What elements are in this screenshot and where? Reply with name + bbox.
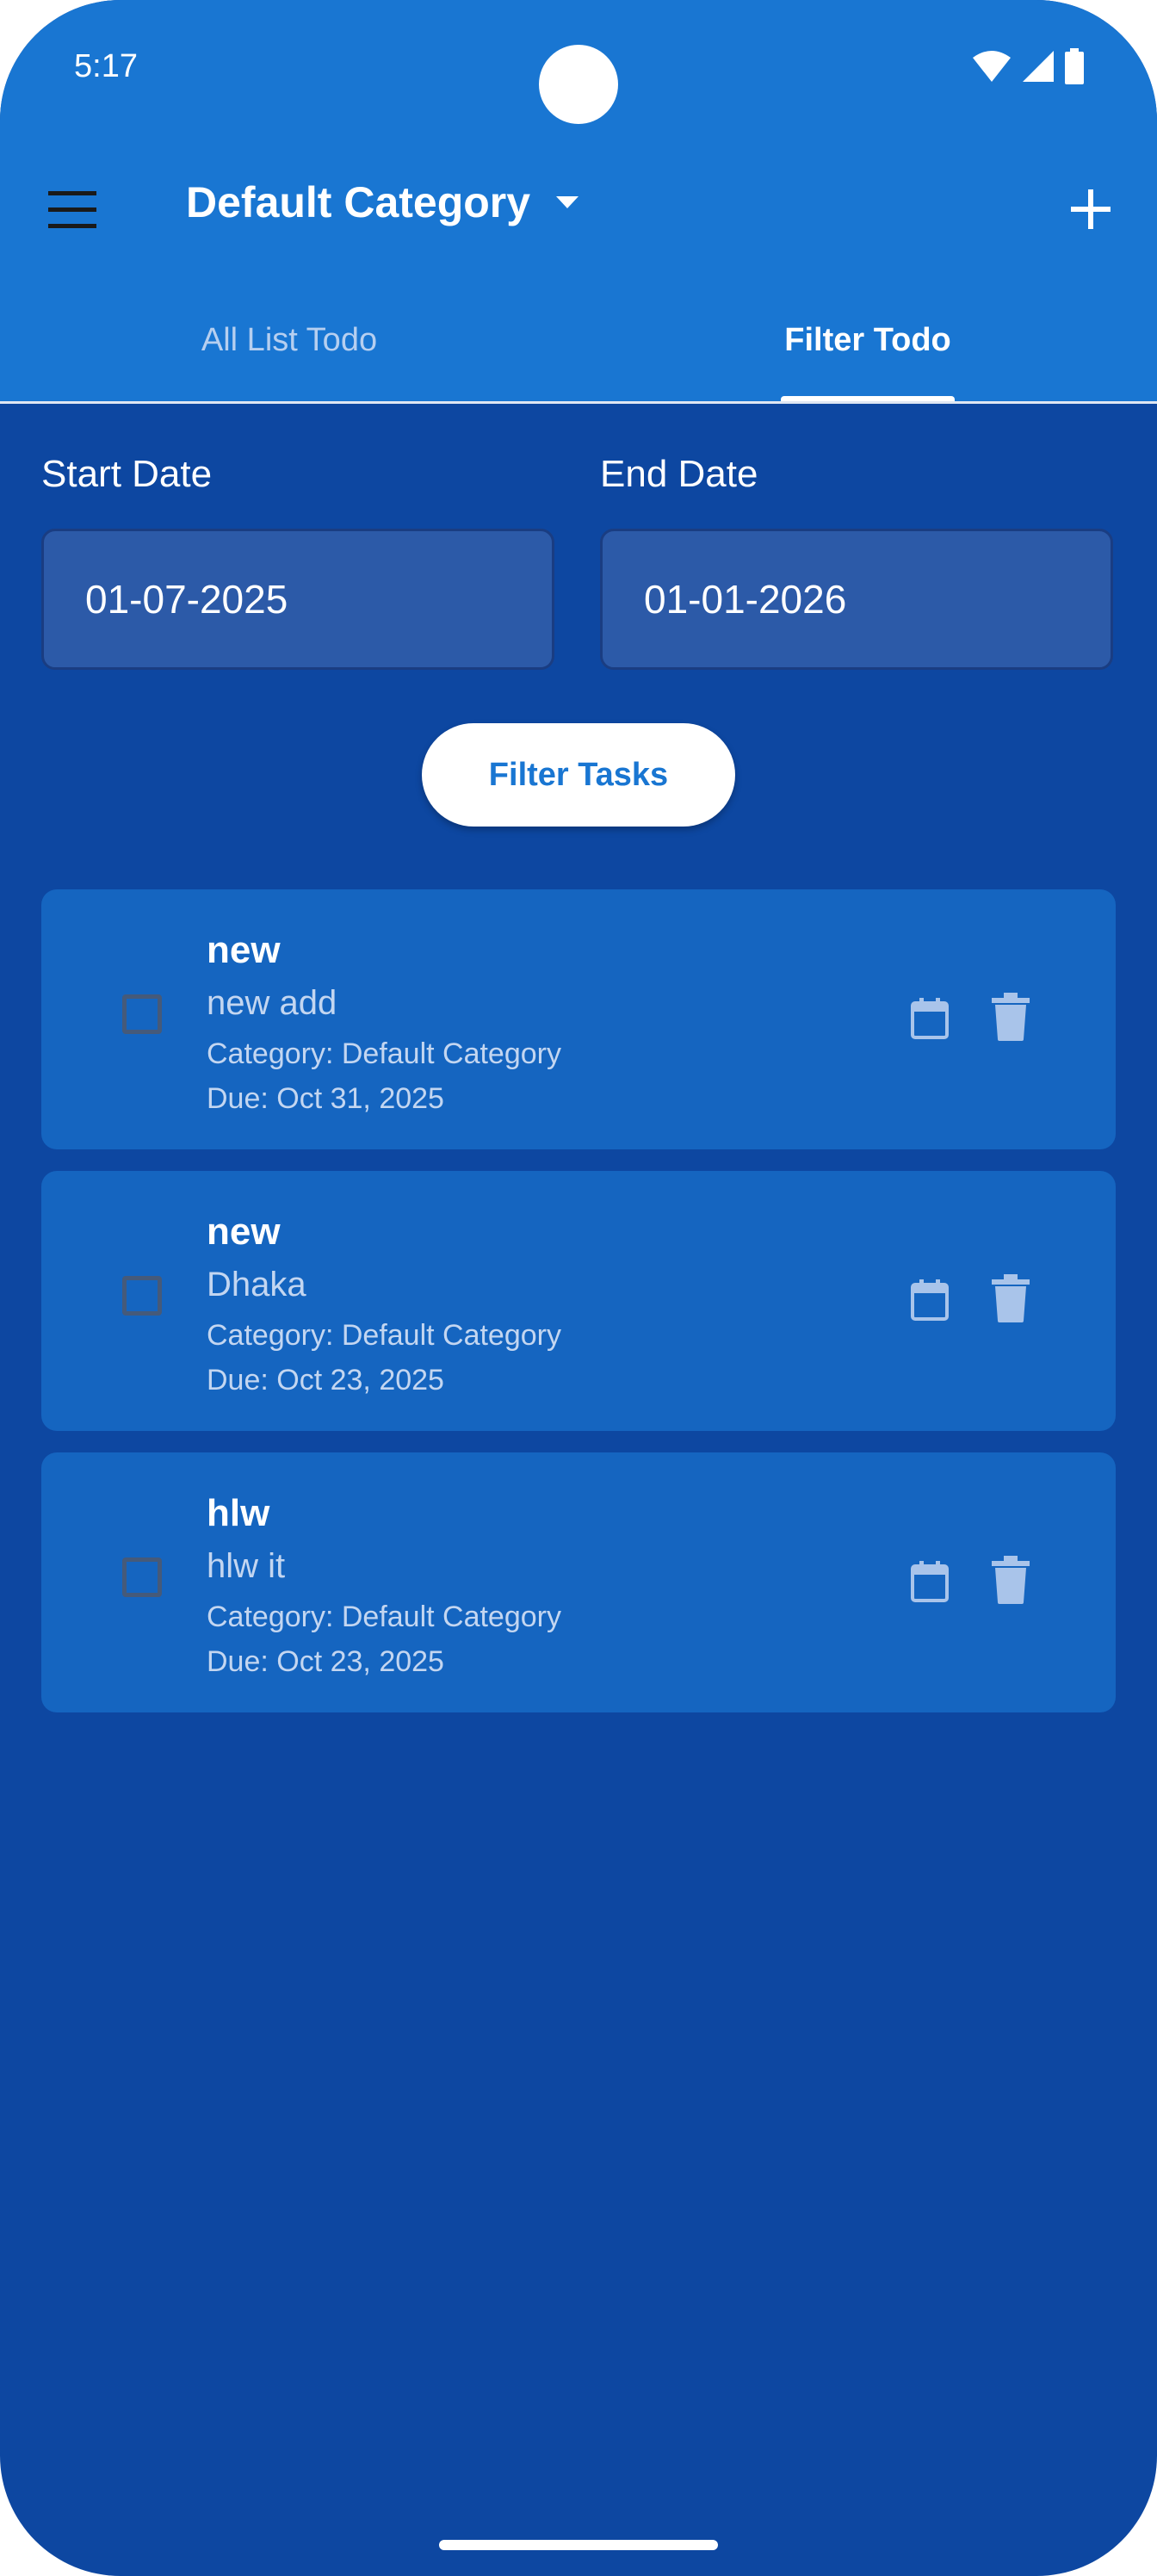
calendar-icon[interactable]	[911, 998, 949, 1039]
end-date-label: End Date	[600, 453, 758, 495]
task-due-date: Due: Oct 23, 2025	[207, 1364, 444, 1396]
tab-filter-todo[interactable]: Filter Todo	[578, 307, 1157, 403]
trash-icon[interactable]	[992, 1274, 1030, 1322]
calendar-icon[interactable]	[911, 1561, 949, 1602]
task-due-date: Due: Oct 23, 2025	[207, 1645, 444, 1678]
signal-icon	[1023, 51, 1054, 82]
plus-icon[interactable]	[1069, 188, 1112, 231]
start-date-field[interactable]: 01-07-2025	[41, 529, 554, 670]
screen: 5:17 Default Category All List Todo Filt…	[0, 0, 1157, 2576]
filter-tasks-button[interactable]: Filter Tasks	[422, 723, 735, 827]
camera-cutout	[539, 45, 618, 124]
task-title: new	[207, 1211, 281, 1253]
status-icons	[971, 48, 1085, 84]
home-indicator[interactable]	[439, 2540, 718, 2550]
task-checkbox[interactable]	[122, 1557, 162, 1597]
task-card[interactable]: hlw hlw it Category: Default Category Du…	[41, 1452, 1116, 1712]
task-due-date: Due: Oct 31, 2025	[207, 1082, 444, 1115]
task-title: hlw	[207, 1492, 270, 1534]
tab-divider	[0, 401, 1157, 404]
page-title: Default Category	[186, 178, 531, 226]
calendar-icon[interactable]	[911, 1279, 949, 1321]
caret-down-icon	[556, 196, 579, 208]
trash-icon[interactable]	[992, 993, 1030, 1041]
app-bar: 5:17 Default Category All List Todo Filt…	[0, 0, 1157, 403]
tab-bar: All List Todo Filter Todo	[0, 307, 1157, 403]
task-description: new add	[207, 984, 337, 1022]
task-card[interactable]: new new add Category: Default Category D…	[41, 889, 1116, 1149]
wifi-icon	[973, 51, 1011, 82]
task-checkbox[interactable]	[122, 994, 162, 1034]
category-dropdown[interactable]: Default Category	[186, 177, 579, 227]
battery-icon	[1065, 48, 1084, 84]
status-time: 5:17	[74, 48, 138, 84]
trash-icon[interactable]	[992, 1556, 1030, 1604]
task-checkbox[interactable]	[122, 1276, 162, 1316]
task-category: Category: Default Category	[207, 1319, 561, 1352]
task-category: Category: Default Category	[207, 1037, 561, 1070]
end-date-field[interactable]: 01-01-2026	[600, 529, 1113, 670]
tab-all-list-todo[interactable]: All List Todo	[0, 307, 578, 403]
task-card[interactable]: new Dhaka Category: Default Category Due…	[41, 1171, 1116, 1431]
task-description: Dhaka	[207, 1266, 306, 1303]
start-date-label: Start Date	[41, 453, 213, 495]
task-title: new	[207, 929, 281, 971]
task-category: Category: Default Category	[207, 1601, 561, 1633]
task-description: hlw it	[207, 1547, 286, 1585]
menu-icon[interactable]	[48, 191, 96, 229]
